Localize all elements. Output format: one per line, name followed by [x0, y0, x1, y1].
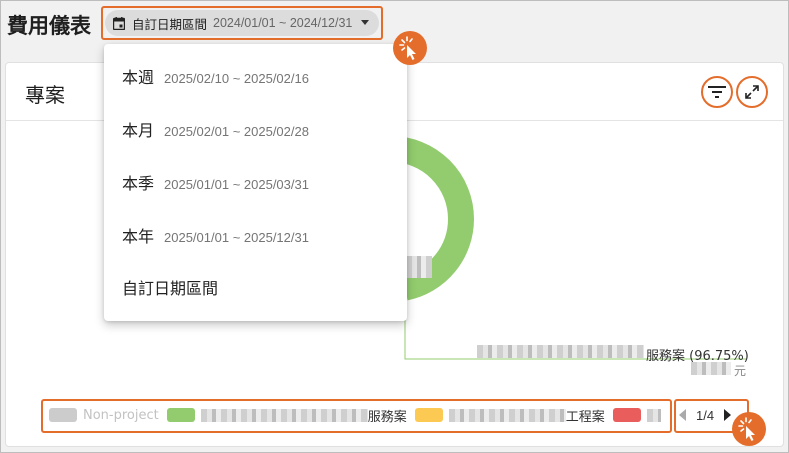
date-range-menu: 本週 2025/02/10 ~ 2025/02/16 本月 2025/02/01…: [104, 44, 407, 321]
expand-button[interactable]: [739, 79, 765, 105]
expand-icon: [745, 85, 759, 99]
legend-label: 服務案: [367, 409, 407, 425]
menu-item-label: 本年: [122, 227, 155, 246]
menu-item-label: 自訂日期區間: [122, 279, 219, 298]
date-range-label: 自訂日期區間: [132, 16, 208, 32]
legend-swatch: [414, 408, 443, 422]
legend-swatch: [612, 408, 641, 422]
app-frame: 費用儀表 自訂日期區間 2024/01/01 ~ 2024/12/31 專案 服…: [0, 0, 789, 453]
click-indicator: [732, 412, 766, 446]
menu-item-this-month[interactable]: 本月 2025/02/01 ~ 2025/02/28: [122, 117, 309, 141]
card-title: 專案: [25, 83, 65, 107]
chart-legend: Non-project 服務案 工程案: [49, 405, 669, 425]
menu-item-this-quarter[interactable]: 本季 2025/01/01 ~ 2025/03/31: [122, 170, 309, 194]
page-title: 費用儀表: [7, 14, 91, 38]
legend-swatch: [166, 408, 195, 422]
menu-item-this-week[interactable]: 本週 2025/02/10 ~ 2025/02/16: [122, 64, 309, 88]
calendar-icon: [113, 16, 125, 30]
next-page-icon[interactable]: [724, 409, 732, 421]
slice-unit: 元: [734, 364, 747, 378]
legend-item[interactable]: Non-project: [49, 408, 159, 423]
legend-label-redacted: [200, 408, 368, 422]
slice-label-redacted: [477, 345, 644, 358]
legend-label-redacted: [448, 408, 566, 422]
date-range-button[interactable]: 自訂日期區間 2024/01/01 ~ 2024/12/31: [105, 10, 379, 36]
legend-item[interactable]: 服務案: [166, 406, 407, 425]
menu-item-range: 2025/01/01 ~ 2025/03/31: [164, 177, 309, 192]
filter-icon: [708, 86, 726, 98]
legend-item[interactable]: [612, 408, 661, 422]
page-indicator: 1/4: [696, 407, 715, 423]
pointer-click-icon: [399, 36, 416, 60]
legend-label: 工程案: [565, 409, 605, 425]
pointer-click-icon: [738, 417, 755, 441]
menu-item-label: 本季: [122, 174, 155, 193]
click-indicator: [393, 31, 427, 65]
menu-item-custom-range[interactable]: 自訂日期區間: [122, 275, 218, 299]
legend-swatch: [49, 408, 77, 422]
menu-item-range: 2025/02/10 ~ 2025/02/16: [164, 71, 309, 86]
menu-item-range: 2025/02/01 ~ 2025/02/28: [164, 124, 309, 139]
filter-button[interactable]: [704, 79, 730, 105]
prev-page-icon[interactable]: [679, 409, 686, 421]
chevron-down-icon: [361, 20, 369, 25]
menu-item-this-year[interactable]: 本年 2025/01/01 ~ 2025/12/31: [122, 223, 309, 247]
legend-label: Non-project: [83, 407, 159, 423]
menu-item-label: 本月: [122, 121, 155, 140]
slice-value-redacted: [691, 362, 731, 375]
donut-center-value-redacted: [406, 256, 432, 278]
date-range-value: 2024/01/01 ~ 2024/12/31: [213, 16, 353, 30]
menu-item-label: 本週: [122, 68, 155, 87]
legend-label-redacted: [646, 408, 661, 422]
menu-item-range: 2025/01/01 ~ 2025/12/31: [164, 230, 309, 245]
legend-item[interactable]: 工程案: [414, 406, 605, 425]
